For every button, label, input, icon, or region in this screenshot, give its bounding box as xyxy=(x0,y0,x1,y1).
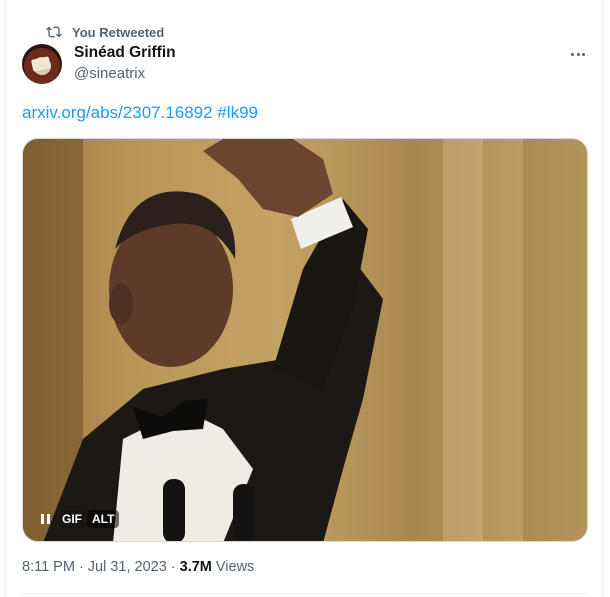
avatar[interactable] xyxy=(22,44,62,84)
separator: · xyxy=(78,559,84,575)
more-dot-icon xyxy=(571,52,574,56)
pause-button[interactable] xyxy=(37,511,53,527)
hashtag-link[interactable]: #lk99 xyxy=(217,103,258,122)
alt-text-button[interactable]: ALT xyxy=(87,510,120,528)
views-count: 3.7M xyxy=(179,559,212,575)
tweet-meta: 8:11 PM · Jul 31, 2023 · 3.7M Views xyxy=(22,559,254,575)
separator: · xyxy=(170,559,176,575)
tweet-text: arxiv.org/abs/2307.16892 #lk99 xyxy=(22,103,258,123)
retweet-indicator: You Retweeted xyxy=(46,23,164,41)
author-name[interactable]: Sinéad Griffin xyxy=(74,44,176,62)
retweet-label: You Retweeted xyxy=(72,24,165,40)
pause-bar-icon xyxy=(46,514,50,524)
views-label: Views xyxy=(215,559,255,575)
retweet-icon xyxy=(46,26,62,38)
tweet-time[interactable]: 8:11 PM xyxy=(22,559,75,575)
arxiv-link[interactable]: arxiv.org/abs/2307.16892 xyxy=(22,103,213,122)
gif-media[interactable]: GIF ALT xyxy=(22,138,588,542)
gif-badge: GIF xyxy=(59,510,85,528)
divider xyxy=(22,593,588,594)
more-dot-icon xyxy=(576,52,580,56)
tweet-date[interactable]: Jul 31, 2023 xyxy=(88,559,167,575)
more-dot-icon xyxy=(582,52,585,56)
author-handle[interactable]: @sineatrix xyxy=(74,65,145,82)
more-options-button[interactable] xyxy=(564,44,592,64)
pause-bar-icon xyxy=(40,514,44,524)
gif-image xyxy=(23,139,587,541)
